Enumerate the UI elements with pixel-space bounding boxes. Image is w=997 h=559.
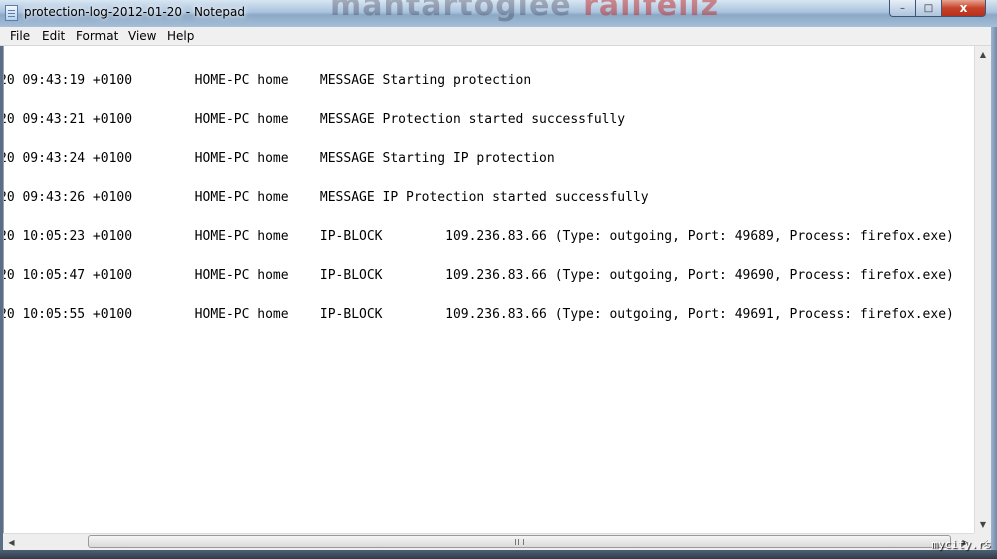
background-text: mantartoglee	[330, 0, 572, 23]
log-line: 20 10:05:23 +0100 HOME-PC home IP-BLOCK …	[3, 229, 954, 244]
log-line: 20 09:43:21 +0100 HOME-PC home MESSAGE P…	[3, 112, 626, 127]
window-frame-edge	[991, 27, 997, 559]
text-editor[interactable]: 20 09:43:19 +0100 HOME-PC home MESSAGE S…	[3, 46, 975, 533]
horizontal-scrollbar[interactable]: ◀ ▶	[3, 533, 974, 550]
minimize-button[interactable]: –	[889, 0, 916, 17]
horizontal-scroll-thumb[interactable]	[88, 535, 951, 548]
menu-bar: File Edit Format View Help	[0, 27, 997, 46]
maximize-button[interactable]: □	[915, 0, 942, 17]
scroll-down-icon[interactable]: ▼	[975, 516, 991, 533]
background-window-text: mantartoglee ralifeliz	[330, 0, 719, 23]
background-text-red: ralifeliz	[583, 0, 720, 23]
window-title: protection-log-2012-01-20 - Notepad	[24, 5, 245, 19]
menu-view[interactable]: View	[128, 29, 156, 43]
log-content: 20 09:43:19 +0100 HOME-PC home MESSAGE S…	[3, 48, 954, 347]
title-bar[interactable]: mantartoglee ralifeliz protection-log-20…	[0, 0, 997, 27]
watermark: mycity.rs	[931, 538, 991, 551]
log-line: 20 10:05:47 +0100 HOME-PC home IP-BLOCK …	[3, 268, 954, 283]
taskbar-strip	[0, 550, 997, 559]
notepad-icon[interactable]	[5, 5, 18, 21]
scroll-up-icon[interactable]: ▲	[975, 46, 991, 63]
log-line: 20 10:05:55 +0100 HOME-PC home IP-BLOCK …	[3, 307, 954, 322]
log-line: 20 09:43:19 +0100 HOME-PC home MESSAGE S…	[3, 73, 532, 88]
close-button[interactable]: x	[941, 0, 986, 17]
menu-help[interactable]: Help	[167, 29, 194, 43]
grip-icon	[515, 538, 524, 545]
vertical-scrollbar[interactable]: ▲ ▼	[974, 46, 991, 533]
menu-file[interactable]: File	[10, 29, 30, 43]
menu-format[interactable]: Format	[76, 29, 118, 43]
menu-edit[interactable]: Edit	[42, 29, 65, 43]
log-line: 20 09:43:24 +0100 HOME-PC home MESSAGE S…	[3, 151, 555, 166]
scroll-left-icon[interactable]: ◀	[3, 534, 20, 550]
log-line: 20 09:43:26 +0100 HOME-PC home MESSAGE I…	[3, 190, 649, 205]
